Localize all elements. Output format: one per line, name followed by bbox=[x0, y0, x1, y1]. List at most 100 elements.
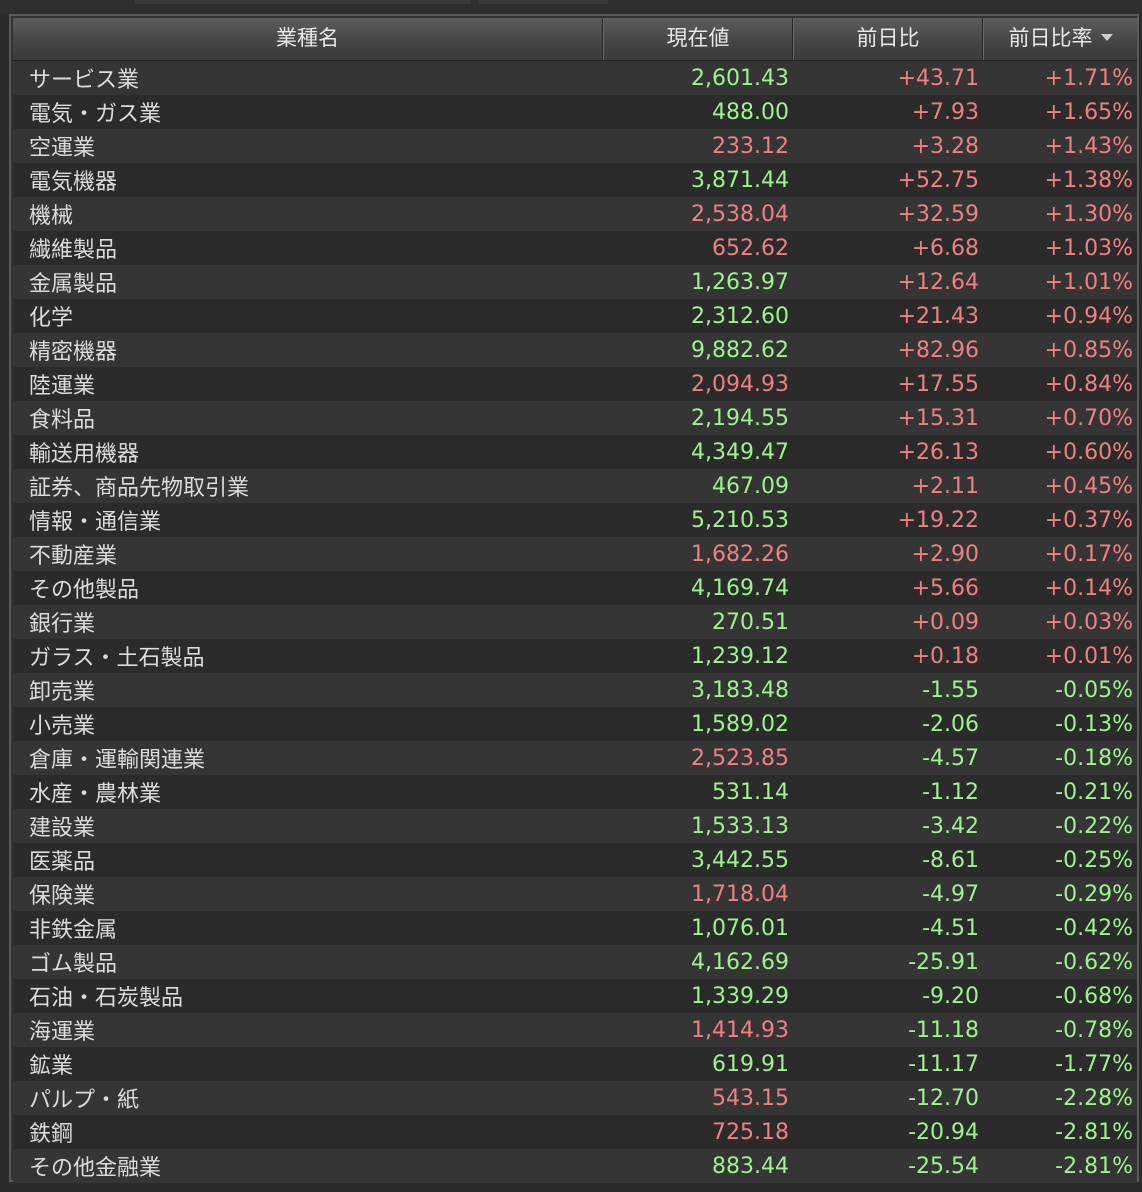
table-row[interactable]: 小売業 1,589.02 -2.06 -0.13% bbox=[13, 707, 1137, 741]
sector-name-cell: 証券、商品先物取引業 bbox=[29, 476, 250, 501]
change-cell: -9.20 bbox=[922, 983, 979, 1009]
top-toolbar-strip bbox=[0, 0, 1142, 14]
table-row[interactable]: 精密機器 9,882.62 +82.96 +0.85% bbox=[13, 333, 1137, 367]
table-row[interactable]: 陸運業 2,094.93 +17.55 +0.84% bbox=[13, 367, 1137, 401]
table-row[interactable]: その他製品 4,169.74 +5.66 +0.14% bbox=[13, 571, 1137, 605]
table-row[interactable]: ガラス・土石製品 1,239.12 +0.18 +0.01% bbox=[13, 639, 1137, 673]
change-pct-cell: -2.81% bbox=[1055, 1119, 1133, 1145]
sector-name-cell: 鉱業 bbox=[29, 1054, 74, 1079]
change-cell: +52.75 bbox=[897, 167, 979, 193]
table-row[interactable]: 空運業 233.12 +3.28 +1.43% bbox=[13, 129, 1137, 163]
change-cell: -4.51 bbox=[922, 915, 979, 941]
change-pct-cell: +0.45% bbox=[1044, 473, 1133, 499]
table-row[interactable]: 証券、商品先物取引業 467.09 +2.11 +0.45% bbox=[13, 469, 1137, 503]
sort-descending-icon[interactable] bbox=[1100, 33, 1113, 41]
current-price-cell: 725.18 bbox=[712, 1119, 789, 1145]
table-row[interactable]: 食料品 2,194.55 +15.31 +0.70% bbox=[13, 401, 1137, 435]
table-row[interactable]: ゴム製品 4,162.69 -25.91 -0.62% bbox=[13, 945, 1137, 979]
table-row[interactable]: 輸送用機器 4,349.47 +26.13 +0.60% bbox=[13, 435, 1137, 469]
change-pct-cell: -0.18% bbox=[1055, 745, 1133, 771]
change-pct-cell: +1.01% bbox=[1044, 269, 1133, 295]
table-row[interactable]: 非鉄金属 1,076.01 -4.51 -0.42% bbox=[13, 911, 1137, 945]
change-cell: +17.55 bbox=[897, 371, 979, 397]
table-row[interactable]: 情報・通信業 5,210.53 +19.22 +0.37% bbox=[13, 503, 1137, 537]
sector-name-cell: 電気・ガス業 bbox=[29, 102, 162, 127]
table-row[interactable]: 倉庫・運輸関連業 2,523.85 -4.57 -0.18% bbox=[13, 741, 1137, 775]
column-header-change[interactable]: 前日比 bbox=[793, 18, 983, 60]
change-pct-cell: -0.29% bbox=[1055, 881, 1133, 907]
table-row[interactable]: 卸売業 3,183.48 -1.55 -0.05% bbox=[13, 673, 1137, 707]
change-cell: -1.55 bbox=[922, 677, 979, 703]
change-cell: -4.97 bbox=[922, 881, 979, 907]
table-row[interactable]: 不動産業 1,682.26 +2.90 +0.17% bbox=[13, 537, 1137, 571]
sector-table: 業種名 現在値 前日比 前日比率 サービス業 2,601.43 +43.71 +1.7… bbox=[9, 14, 1139, 1183]
table-row[interactable]: 銀行業 270.51 +0.09 +0.03% bbox=[13, 605, 1137, 639]
table-row[interactable]: 水産・農林業 531.14 -1.12 -0.21% bbox=[13, 775, 1137, 809]
table-row[interactable]: 建設業 1,533.13 -3.42 -0.22% bbox=[13, 809, 1137, 843]
table-row[interactable]: サービス業 2,601.43 +43.71 +1.71% bbox=[13, 61, 1137, 95]
column-header-sector-name[interactable]: 業種名 bbox=[13, 18, 603, 60]
table-row[interactable]: その他金融業 883.44 -25.54 -2.81% bbox=[13, 1149, 1137, 1183]
change-pct-cell: +0.17% bbox=[1044, 541, 1133, 567]
current-price-cell: 619.91 bbox=[712, 1051, 789, 1077]
sector-name-cell: 空運業 bbox=[29, 136, 96, 161]
column-header-change-pct[interactable]: 前日比率 bbox=[983, 18, 1137, 60]
table-row[interactable]: 医薬品 3,442.55 -8.61 -0.25% bbox=[13, 843, 1137, 877]
table-row[interactable]: 繊維製品 652.62 +6.68 +1.03% bbox=[13, 231, 1137, 265]
column-header-current-price[interactable]: 現在値 bbox=[603, 18, 793, 60]
current-price-cell: 1,533.13 bbox=[691, 813, 789, 839]
table-row[interactable]: 機械 2,538.04 +32.59 +1.30% bbox=[13, 197, 1137, 231]
table-row[interactable]: パルプ・紙 543.15 -12.70 -2.28% bbox=[13, 1081, 1137, 1115]
change-cell: +7.93 bbox=[911, 99, 979, 125]
table-row[interactable]: 化学 2,312.60 +21.43 +0.94% bbox=[13, 299, 1137, 333]
change-pct-cell: +1.71% bbox=[1044, 65, 1133, 91]
current-price-cell: 883.44 bbox=[712, 1153, 789, 1179]
current-price-cell: 543.15 bbox=[712, 1085, 789, 1111]
table-row[interactable]: 金属製品 1,263.97 +12.64 +1.01% bbox=[13, 265, 1137, 299]
change-pct-cell: -0.25% bbox=[1055, 847, 1133, 873]
current-price-cell: 1,414.93 bbox=[691, 1017, 789, 1043]
change-cell: +5.66 bbox=[911, 575, 979, 601]
sector-name-cell: その他金融業 bbox=[29, 1156, 162, 1181]
sector-name-cell: 精密機器 bbox=[29, 340, 118, 365]
table-row[interactable]: 電気機器 3,871.44 +52.75 +1.38% bbox=[13, 163, 1137, 197]
change-cell: -25.54 bbox=[908, 1153, 979, 1179]
sector-name-cell: 輸送用機器 bbox=[29, 442, 140, 467]
change-pct-cell: +0.85% bbox=[1044, 337, 1133, 363]
sector-name-cell: 石油・石炭製品 bbox=[29, 986, 184, 1011]
table-row[interactable]: 保険業 1,718.04 -4.97 -0.29% bbox=[13, 877, 1137, 911]
current-price-cell: 3,871.44 bbox=[691, 167, 789, 193]
sector-name-cell: ガラス・土石製品 bbox=[29, 646, 205, 671]
table-row[interactable]: 海運業 1,414.93 -11.18 -0.78% bbox=[13, 1013, 1137, 1047]
change-cell: -3.42 bbox=[922, 813, 979, 839]
current-price-cell: 1,718.04 bbox=[691, 881, 789, 907]
current-price-cell: 5,210.53 bbox=[691, 507, 789, 533]
change-cell: +82.96 bbox=[897, 337, 979, 363]
toolbar-tab[interactable] bbox=[478, 0, 608, 4]
current-price-cell: 1,239.12 bbox=[691, 643, 789, 669]
change-pct-cell: +0.94% bbox=[1044, 303, 1133, 329]
sector-name-cell: パルプ・紙 bbox=[29, 1088, 140, 1113]
change-cell: -11.17 bbox=[908, 1051, 979, 1077]
sector-name-cell: 陸運業 bbox=[29, 374, 96, 399]
change-pct-cell: +1.65% bbox=[1044, 99, 1133, 125]
sector-name-cell: 電気機器 bbox=[29, 170, 118, 195]
change-cell: +43.71 bbox=[897, 65, 979, 91]
current-price-cell: 9,882.62 bbox=[691, 337, 789, 363]
table-row[interactable]: 電気・ガス業 488.00 +7.93 +1.65% bbox=[13, 95, 1137, 129]
change-pct-cell: -0.42% bbox=[1055, 915, 1133, 941]
change-pct-cell: +1.38% bbox=[1044, 167, 1133, 193]
table-row[interactable]: 鉱業 619.91 -11.17 -1.77% bbox=[13, 1047, 1137, 1081]
toolbar-tab[interactable] bbox=[135, 0, 470, 4]
change-cell: -1.12 bbox=[922, 779, 979, 805]
current-price-cell: 2,312.60 bbox=[691, 303, 789, 329]
table-row[interactable]: 石油・石炭製品 1,339.29 -9.20 -0.68% bbox=[13, 979, 1137, 1013]
change-cell: +0.18 bbox=[911, 643, 979, 669]
change-cell: -8.61 bbox=[922, 847, 979, 873]
current-price-cell: 1,263.97 bbox=[691, 269, 789, 295]
table-row[interactable]: 鉄鋼 725.18 -20.94 -2.81% bbox=[13, 1115, 1137, 1149]
change-cell: +3.28 bbox=[911, 133, 979, 159]
current-price-cell: 3,442.55 bbox=[691, 847, 789, 873]
sector-name-cell: ゴム製品 bbox=[29, 952, 118, 977]
change-cell: +19.22 bbox=[897, 507, 979, 533]
